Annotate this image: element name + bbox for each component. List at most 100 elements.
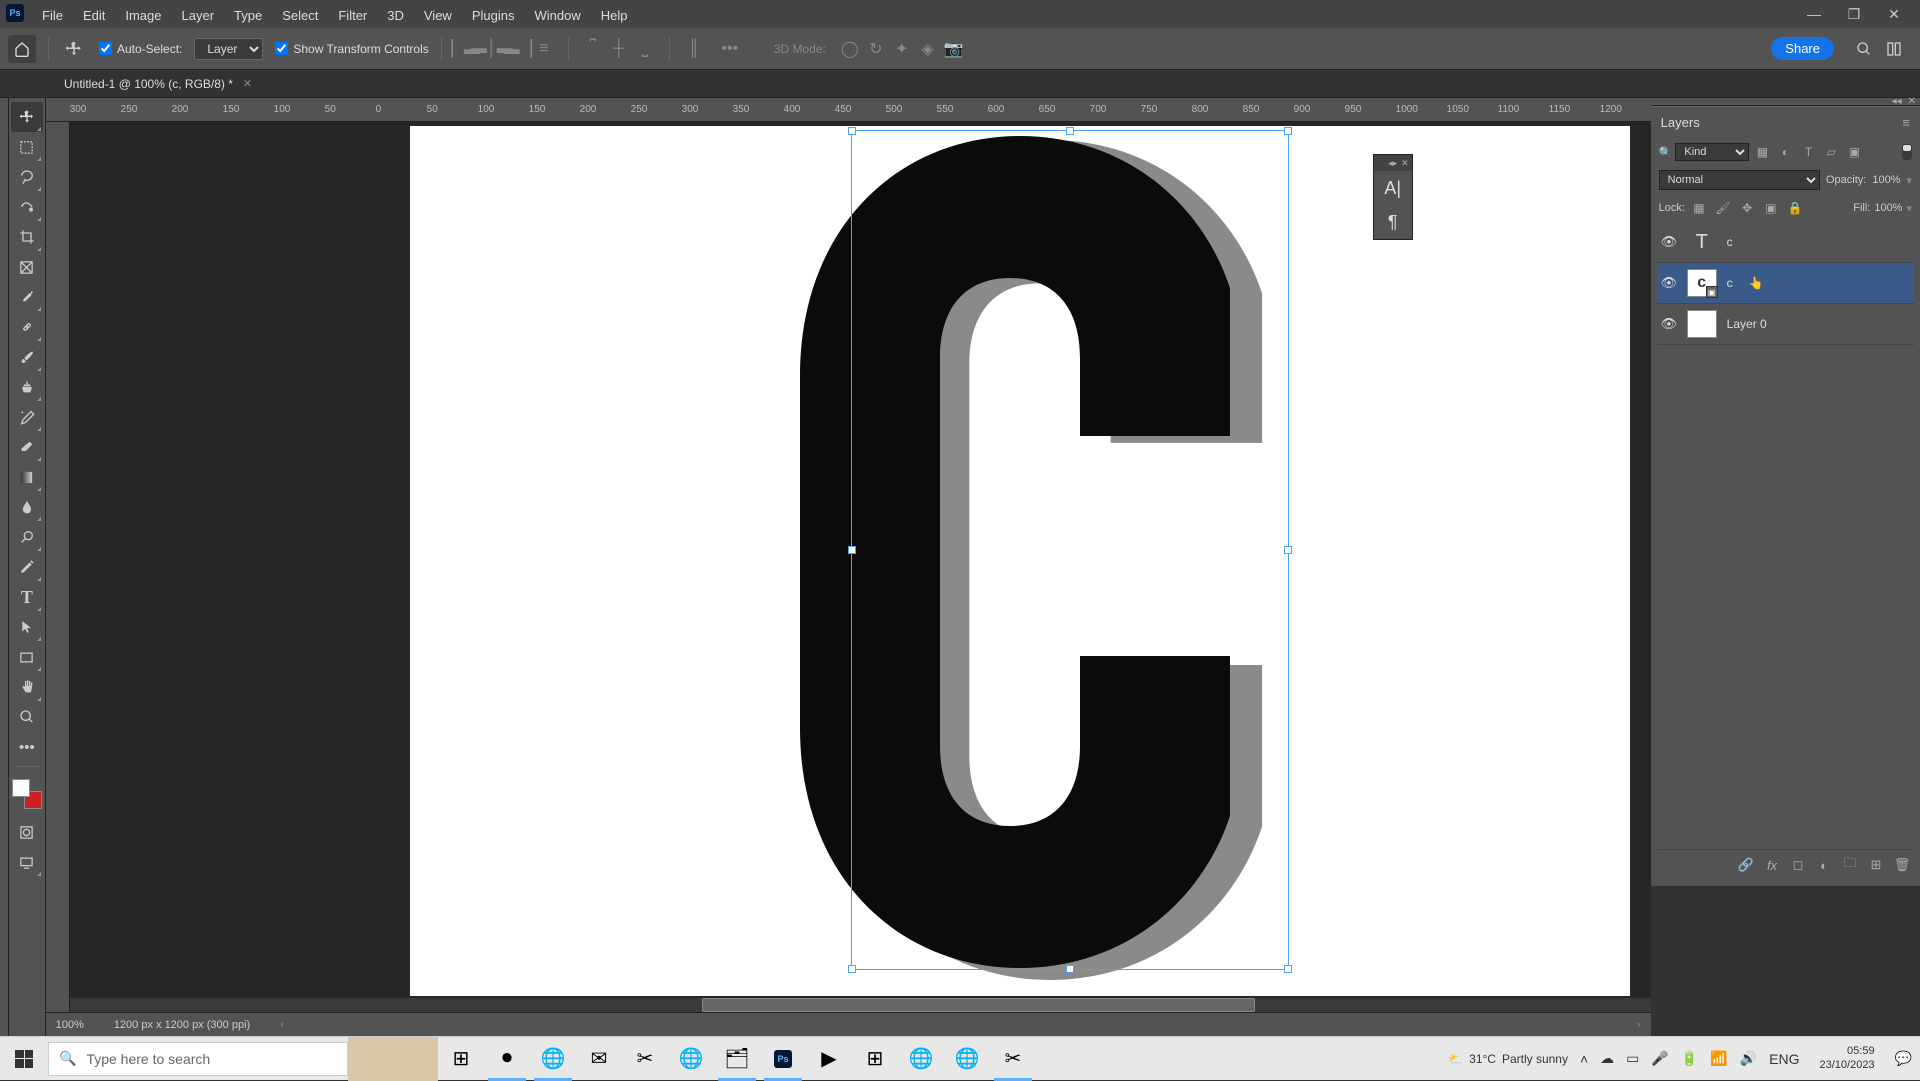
hand-tool[interactable] — [11, 672, 43, 702]
filter-smart-icon[interactable]: ▣ — [1844, 142, 1864, 162]
layer-thumbnail-raster[interactable] — [1687, 310, 1717, 338]
layer-row-layer0[interactable]: 👁 Layer 0 — [1657, 304, 1914, 345]
transform-handle-nw[interactable] — [848, 127, 856, 135]
notifications-icon[interactable]: 💬 — [1895, 1050, 1912, 1067]
transform-handle-w[interactable] — [848, 546, 856, 554]
link-layers-icon[interactable]: 🔗 — [1736, 856, 1756, 874]
edit-toolbar-icon[interactable]: ••• — [11, 732, 43, 762]
filter-type-icon[interactable]: T — [1798, 142, 1818, 162]
taskbar-chrome-icon[interactable]: 🌐 — [530, 1037, 576, 1081]
task-view-icon[interactable]: ⊞ — [438, 1037, 484, 1081]
status-nav-left-icon[interactable]: ‹ — [280, 1019, 284, 1031]
type-tool[interactable]: T — [11, 582, 43, 612]
selection-tool[interactable] — [11, 192, 43, 222]
close-tab-icon[interactable]: ✕ — [243, 77, 252, 90]
fill-value[interactable]: 100% — [1874, 202, 1902, 214]
taskbar-obs-icon[interactable]: ⏺ — [484, 1037, 530, 1081]
layer-row-text-c[interactable]: 👁 T c — [1657, 222, 1914, 263]
window-maximize-button[interactable]: ❐ — [1834, 2, 1874, 26]
eyedropper-tool[interactable] — [11, 282, 43, 312]
tray-volume-icon[interactable]: 🔊 — [1740, 1050, 1757, 1067]
menu-image[interactable]: Image — [115, 4, 171, 12]
brush-tool[interactable] — [11, 342, 43, 372]
taskbar-photoshop-icon[interactable]: Ps — [760, 1037, 806, 1081]
tray-chevron-icon[interactable]: ˄ — [1580, 1051, 1588, 1067]
transform-bounding-box[interactable] — [851, 130, 1289, 970]
layer-row-smart-c[interactable]: 👁 c ▣ c 👆 — [1657, 263, 1914, 304]
zoom-tool[interactable] — [11, 702, 43, 732]
tray-wifi-icon[interactable]: 📶 — [1710, 1050, 1727, 1067]
taskbar-chrome3-icon[interactable]: 🌐 — [944, 1037, 990, 1081]
align-center-v-icon[interactable]: ┼ — [607, 37, 631, 61]
transform-handle-n[interactable] — [1066, 127, 1074, 135]
close-panel-icon[interactable]: ✕ — [1401, 158, 1409, 169]
search-icon[interactable] — [1856, 41, 1872, 57]
healing-brush-tool[interactable] — [11, 312, 43, 342]
layer-group-icon[interactable]: 🗀 — [1840, 856, 1860, 874]
dodge-tool[interactable] — [11, 522, 43, 552]
visibility-toggle-icon[interactable]: 👁 — [1661, 234, 1677, 250]
lock-transparency-icon[interactable]: ▦ — [1689, 198, 1709, 218]
taskbar-clock[interactable]: 05:59 23/10/2023 — [1812, 1045, 1883, 1071]
horizontal-scrollbar[interactable] — [70, 998, 1651, 1012]
align-center-h-icon[interactable]: ▬│▬ — [480, 37, 504, 61]
canvas[interactable] — [410, 126, 1630, 996]
menu-filter[interactable]: Filter — [328, 4, 377, 12]
start-button[interactable] — [0, 1037, 48, 1081]
menu-help[interactable]: Help — [591, 4, 638, 12]
layer-thumbnail-smart[interactable]: c ▣ — [1687, 269, 1717, 297]
canvas-viewport[interactable]: ◂▸✕ A| ¶ — [70, 122, 1651, 1012]
taskbar-capcut-icon[interactable]: ✂ — [990, 1037, 1036, 1081]
auto-select-checkbox[interactable] — [99, 42, 112, 55]
ruler-horizontal[interactable]: 300 250 200 150 100 50 0 50 100 150 200 … — [46, 98, 1651, 122]
quick-mask-icon[interactable] — [11, 817, 43, 847]
pen-tool[interactable] — [11, 552, 43, 582]
menu-select[interactable]: Select — [272, 4, 328, 12]
layer-filter-type[interactable]: Kind — [1675, 143, 1749, 161]
document-tab[interactable]: Untitled-1 @ 100% (c, RGB/8) * ✕ — [54, 77, 262, 91]
layer-thumbnail-text[interactable]: T — [1687, 228, 1717, 256]
transform-handle-se[interactable] — [1284, 965, 1292, 973]
new-layer-icon[interactable]: ⊞ — [1866, 856, 1886, 874]
taskbar-settings-icon[interactable]: ⊞ — [852, 1037, 898, 1081]
adjustment-layer-icon[interactable]: ◐ — [1814, 856, 1834, 874]
lock-artboard-icon[interactable]: ▣ — [1761, 198, 1781, 218]
window-close-button[interactable]: ✕ — [1874, 2, 1914, 26]
more-options-icon[interactable]: ••• — [718, 37, 742, 61]
collapse-icon[interactable]: ◂▸ — [1388, 158, 1397, 169]
blend-mode-select[interactable]: Normal — [1659, 170, 1820, 190]
transform-handle-sw[interactable] — [848, 965, 856, 973]
filter-adjustment-icon[interactable]: ◐ — [1775, 142, 1795, 162]
layer-name[interactable]: c — [1727, 235, 1733, 249]
menu-window[interactable]: Window — [524, 4, 590, 12]
filter-pixel-icon[interactable]: ▦ — [1752, 142, 1772, 162]
visibility-toggle-icon[interactable]: 👁 — [1661, 316, 1677, 332]
delete-layer-icon[interactable]: 🗑 — [1892, 856, 1912, 874]
scrollbar-thumb[interactable] — [702, 998, 1255, 1012]
taskbar-chrome2-icon[interactable]: 🌐 — [668, 1037, 714, 1081]
taskbar-snip-icon[interactable]: ✂ — [622, 1037, 668, 1081]
path-selection-tool[interactable] — [11, 612, 43, 642]
layer-mask-icon[interactable]: ◻ — [1788, 856, 1808, 874]
menu-layer[interactable]: Layer — [172, 4, 225, 12]
menu-edit[interactable]: Edit — [73, 4, 115, 12]
filter-toggle[interactable] — [1902, 144, 1912, 160]
eraser-tool[interactable] — [11, 432, 43, 462]
transform-handle-e[interactable] — [1284, 546, 1292, 554]
tray-mic-icon[interactable]: 🎤 — [1651, 1050, 1668, 1067]
layer-name[interactable]: Layer 0 — [1727, 317, 1767, 331]
window-minimize-button[interactable]: — — [1794, 2, 1834, 26]
status-nav-right-icon[interactable]: › — [1637, 1019, 1641, 1031]
taskbar-explorer-icon[interactable]: 🗂 — [714, 1037, 760, 1081]
taskbar-mail-icon[interactable]: ✉ — [576, 1037, 622, 1081]
align-right-icon[interactable]: ▬▕ — [506, 37, 530, 61]
move-tool[interactable] — [11, 102, 43, 132]
panel-menu-icon[interactable]: ≡ — [1902, 115, 1910, 130]
gradient-tool[interactable] — [11, 462, 43, 492]
lasso-tool[interactable] — [11, 162, 43, 192]
lock-position-icon[interactable]: ✥ — [1737, 198, 1757, 218]
menu-view[interactable]: View — [414, 4, 462, 12]
frame-tool[interactable] — [11, 252, 43, 282]
menu-type[interactable]: Type — [224, 4, 272, 12]
lock-all-icon[interactable]: 🔒 — [1785, 198, 1805, 218]
